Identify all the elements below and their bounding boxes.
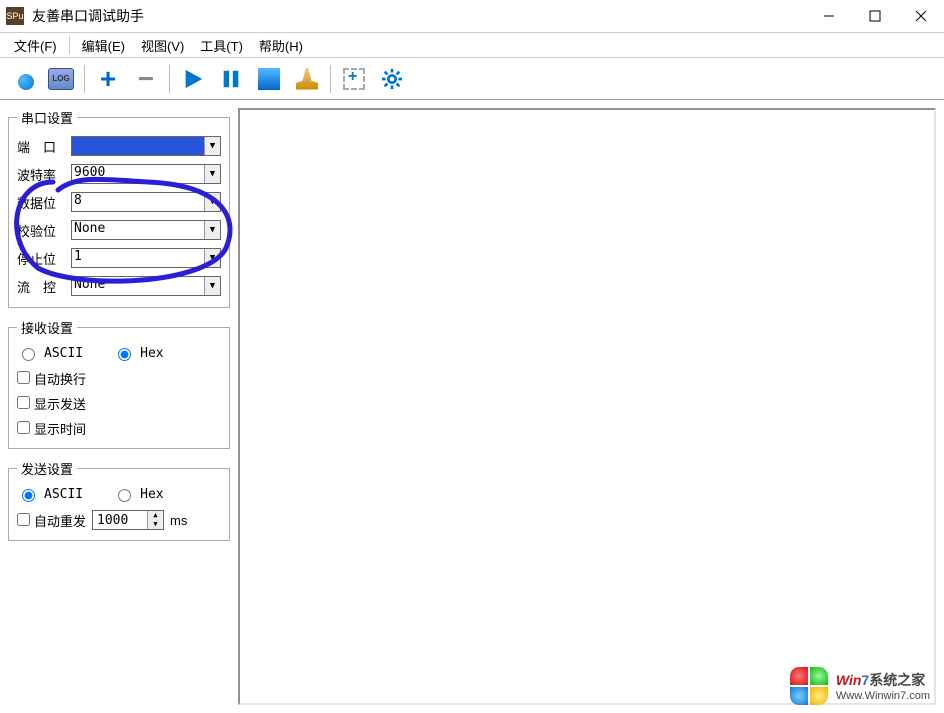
title-bar: SPu 友善串口调试助手 bbox=[0, 0, 944, 32]
recv-settings-group: 接收设置 ASCII Hex 自动换行 显示发送 显示时间 bbox=[8, 318, 230, 449]
label-flow: 流 控 bbox=[17, 277, 65, 296]
minus-icon: − bbox=[138, 65, 154, 93]
select-baud-value: 9600 bbox=[74, 165, 105, 180]
select-parity[interactable]: None ▼ bbox=[71, 220, 221, 240]
select-stopbits[interactable]: 1 ▼ bbox=[71, 248, 221, 268]
output-pane[interactable] bbox=[238, 108, 936, 705]
select-baud[interactable]: 9600 ▼ bbox=[71, 164, 221, 184]
watermark-brand: Win7系统之家 bbox=[836, 670, 930, 690]
chevron-down-icon: ▼ bbox=[204, 165, 220, 183]
check-autorepeat[interactable]: 自动重发 bbox=[17, 511, 86, 530]
interval-spinner[interactable]: 1000 ▲▼ bbox=[92, 510, 164, 530]
chevron-down-icon: ▼ bbox=[204, 137, 220, 155]
spinner-down-icon[interactable]: ▼ bbox=[148, 520, 163, 529]
menu-bar: 文件(F) 编辑(E) 视图(V) 工具(T) 帮助(H) bbox=[0, 32, 944, 58]
pause-icon bbox=[220, 68, 242, 90]
minimize-button[interactable] bbox=[806, 0, 852, 32]
label-stopbits: 停止位 bbox=[17, 249, 65, 268]
select-parity-value: None bbox=[74, 221, 105, 236]
select-databits-value: 8 bbox=[74, 193, 82, 208]
log-icon: LOG bbox=[48, 68, 74, 90]
menu-file[interactable]: 文件(F) bbox=[8, 35, 63, 56]
check-showtime[interactable]: 显示时间 bbox=[17, 419, 86, 438]
plus-icon: + bbox=[100, 65, 116, 93]
radio-recv-ascii-label: ASCII bbox=[44, 346, 83, 361]
select-stopbits-value: 1 bbox=[74, 249, 82, 264]
app-title: 友善串口调试助手 bbox=[32, 6, 806, 26]
menu-separator bbox=[69, 36, 70, 54]
minimize-icon bbox=[823, 10, 835, 22]
add-window-icon bbox=[343, 68, 365, 90]
watermark: Win7系统之家 Www.Winwin7.com bbox=[790, 667, 930, 705]
left-panel: 串口设置 端 口 ▼ 波特率 9600 ▼ 数据位 8 ▼ bbox=[0, 100, 238, 713]
add-button[interactable]: + bbox=[91, 62, 125, 96]
radio-send-hex-label: Hex bbox=[140, 487, 163, 502]
spinner-up-icon[interactable]: ▲ bbox=[148, 511, 163, 520]
serial-settings-legend: 串口设置 bbox=[17, 108, 77, 127]
send-settings-legend: 发送设置 bbox=[17, 459, 77, 478]
play-button[interactable] bbox=[176, 62, 210, 96]
check-wrap[interactable]: 自动换行 bbox=[17, 369, 86, 388]
stop-icon bbox=[258, 68, 280, 90]
select-databits[interactable]: 8 ▼ bbox=[71, 192, 221, 212]
maximize-button[interactable] bbox=[852, 0, 898, 32]
app-icon: SPu bbox=[6, 7, 24, 25]
clear-button[interactable] bbox=[290, 62, 324, 96]
recv-settings-legend: 接收设置 bbox=[17, 318, 77, 337]
broom-icon bbox=[296, 68, 318, 90]
chevron-down-icon: ▼ bbox=[204, 277, 220, 295]
watermark-url: Www.Winwin7.com bbox=[836, 690, 930, 702]
menu-tools[interactable]: 工具(T) bbox=[194, 35, 249, 56]
select-flow[interactable]: None ▼ bbox=[71, 276, 221, 296]
radio-recv-hex[interactable]: Hex bbox=[113, 345, 163, 361]
select-port[interactable]: ▼ bbox=[71, 136, 221, 156]
settings-button[interactable] bbox=[375, 62, 409, 96]
gear-icon bbox=[381, 68, 403, 90]
interval-unit: ms bbox=[170, 513, 187, 528]
check-autorepeat-label: 自动重发 bbox=[34, 514, 86, 529]
play-icon bbox=[182, 68, 204, 90]
menu-edit[interactable]: 编辑(E) bbox=[76, 35, 131, 56]
check-showsend[interactable]: 显示发送 bbox=[17, 394, 86, 413]
toolbar-separator bbox=[169, 65, 170, 93]
check-showsend-label: 显示发送 bbox=[34, 397, 86, 412]
check-showtime-label: 显示时间 bbox=[34, 422, 86, 437]
remove-button[interactable]: − bbox=[129, 62, 163, 96]
close-button[interactable] bbox=[898, 0, 944, 32]
watermark-logo-icon bbox=[790, 667, 828, 705]
interval-value: 1000 bbox=[93, 511, 147, 529]
check-wrap-label: 自动换行 bbox=[34, 372, 86, 387]
chevron-down-icon: ▼ bbox=[204, 221, 220, 239]
label-port: 端 口 bbox=[17, 137, 65, 156]
toolbar-separator bbox=[330, 65, 331, 93]
label-databits: 数据位 bbox=[17, 193, 65, 212]
serial-settings-group: 串口设置 端 口 ▼ 波特率 9600 ▼ 数据位 8 ▼ bbox=[8, 108, 230, 308]
pause-button[interactable] bbox=[214, 62, 248, 96]
close-icon bbox=[915, 10, 927, 22]
radio-send-ascii[interactable]: ASCII bbox=[17, 486, 83, 502]
label-parity: 校验位 bbox=[17, 221, 65, 240]
connect-button[interactable] bbox=[6, 62, 40, 96]
stop-button[interactable] bbox=[252, 62, 286, 96]
menu-view[interactable]: 视图(V) bbox=[135, 35, 190, 56]
menu-help[interactable]: 帮助(H) bbox=[253, 35, 309, 56]
radio-send-ascii-label: ASCII bbox=[44, 487, 83, 502]
chevron-down-icon: ▼ bbox=[204, 249, 220, 267]
radio-send-hex[interactable]: Hex bbox=[113, 486, 163, 502]
maximize-icon bbox=[869, 10, 881, 22]
radio-recv-ascii[interactable]: ASCII bbox=[17, 345, 83, 361]
log-button[interactable]: LOG bbox=[44, 62, 78, 96]
chevron-down-icon: ▼ bbox=[204, 193, 220, 211]
label-baud: 波特率 bbox=[17, 165, 65, 184]
record-icon bbox=[12, 68, 34, 90]
send-settings-group: 发送设置 ASCII Hex 自动重发 1000 ▲▼ ms bbox=[8, 459, 230, 541]
select-flow-value: None bbox=[74, 277, 105, 292]
new-window-button[interactable] bbox=[337, 62, 371, 96]
radio-recv-hex-label: Hex bbox=[140, 346, 163, 361]
toolbar: LOG + − bbox=[0, 58, 944, 100]
toolbar-separator bbox=[84, 65, 85, 93]
